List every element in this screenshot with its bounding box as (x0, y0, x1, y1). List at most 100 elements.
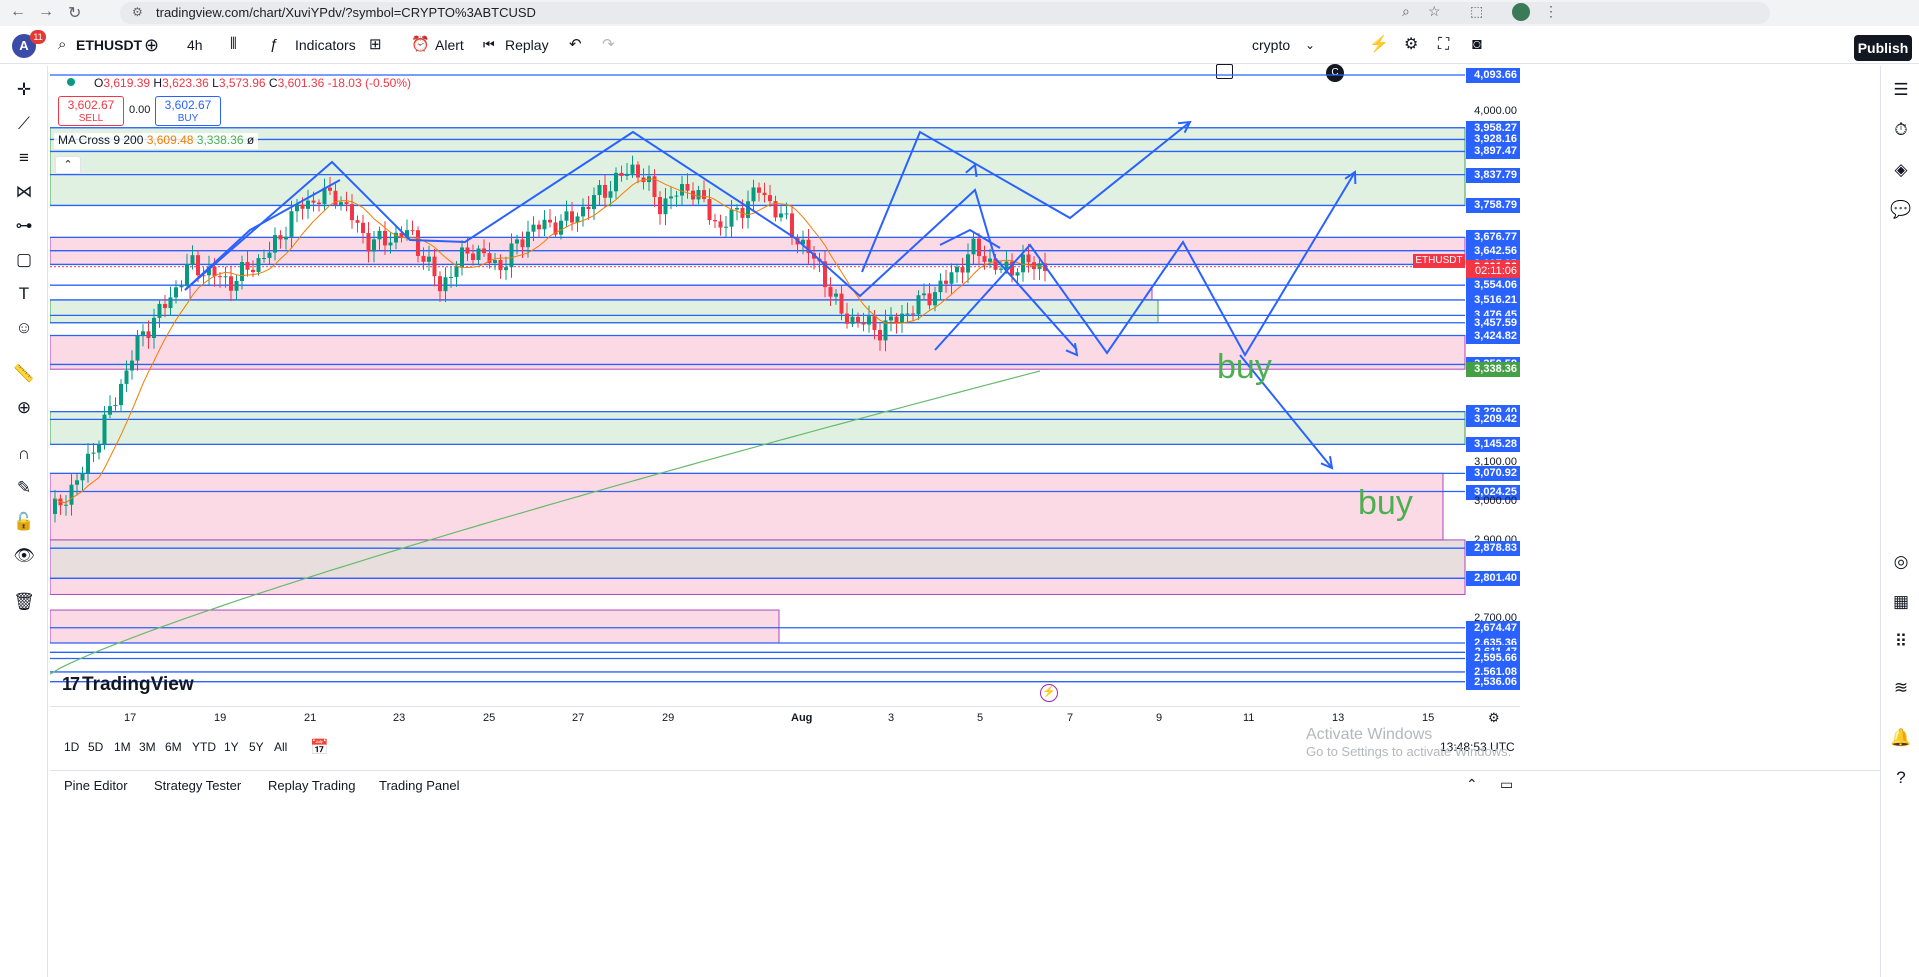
compare-symbol-icon[interactable]: ⊕ (144, 26, 159, 64)
ma-cross-legend[interactable]: MA Cross 9 200 3,609.48 3,338.36 ø (54, 133, 259, 149)
zoom-in-icon[interactable]: ⊕ (12, 396, 36, 420)
prediction-icon[interactable]: ⊶ (12, 214, 36, 238)
trend-line-icon[interactable]: ⟋ (12, 112, 36, 136)
fullscreen-icon[interactable]: ⛶ (1438, 26, 1449, 64)
visibility-eye-icon[interactable]: 👁 (12, 544, 36, 568)
site-info-icon[interactable]: ⚙ (132, 5, 143, 19)
publish-button[interactable]: Publish (1854, 35, 1912, 61)
range-button-1y[interactable]: 1Y (224, 740, 239, 754)
candle-body (680, 184, 684, 196)
layout-name[interactable]: crypto (1252, 26, 1290, 64)
stream-icon[interactable]: ≋ (1889, 676, 1913, 700)
candle-body (966, 254, 970, 273)
candle-body (108, 406, 112, 415)
watchlist-icon[interactable]: ☰ (1889, 78, 1913, 102)
ma-suffix: ø (246, 133, 255, 147)
range-button-all[interactable]: All (274, 740, 287, 754)
reload-icon[interactable]: ↻ (68, 3, 81, 23)
candle-body (526, 231, 530, 248)
crosshair-icon[interactable]: ✛ (12, 78, 36, 102)
magnet-icon[interactable]: ∩ (12, 442, 36, 466)
tab-strategy-tester[interactable]: Strategy Tester (154, 778, 241, 793)
candle-body (872, 316, 877, 330)
candle-body (949, 272, 954, 284)
chevron-down-icon[interactable]: ⌄ (1305, 26, 1315, 64)
event-marker-icon[interactable]: ⚡ (1040, 684, 1058, 702)
axis-settings-icon[interactable]: ⚙ (1488, 710, 1500, 726)
time-label: Aug (791, 712, 813, 724)
tradingview-logo[interactable]: 17 TradingView (62, 674, 194, 696)
layers-icon[interactable]: ◈ (1889, 158, 1913, 182)
interval-button[interactable]: 4h (187, 26, 203, 64)
chat-icon[interactable]: 💬 (1889, 198, 1913, 222)
text-tool-icon[interactable]: T (12, 282, 36, 306)
back-icon[interactable]: ← (10, 3, 26, 21)
candle-body (537, 224, 541, 230)
tab-replay-trading[interactable]: Replay Trading (268, 778, 355, 793)
alerts-clock-icon[interactable]: ⏱ (1889, 118, 1913, 142)
candle-body (168, 297, 173, 309)
indicators-button[interactable]: Indicators (295, 26, 356, 64)
price-chart[interactable] (50, 66, 1880, 716)
range-button-1m[interactable]: 1M (114, 740, 131, 754)
quick-search-icon[interactable]: ⚡ (1369, 26, 1389, 64)
candle-body (328, 187, 332, 191)
pattern-icon[interactable]: ⋈ (12, 180, 36, 204)
candle-body (856, 316, 860, 323)
symbol-search-icon[interactable]: ⌕ (58, 26, 66, 64)
apps-grid-icon[interactable]: ⠿ (1889, 630, 1913, 654)
symbol-button[interactable]: ETHUSDT (76, 26, 142, 64)
collapse-legend-icon[interactable]: ⌃ (55, 156, 81, 174)
candle-body (999, 268, 1003, 270)
target-icon[interactable]: ◎ (1889, 550, 1913, 574)
range-button-ytd[interactable]: YTD (192, 740, 216, 754)
candle-body (861, 322, 866, 325)
stay-drawing-icon[interactable]: ✎ (12, 476, 36, 500)
bookmark-star-icon[interactable]: ☆ (1428, 3, 1441, 20)
range-button-5y[interactable]: 5Y (249, 740, 264, 754)
extensions-icon[interactable]: ⬚ (1470, 3, 1483, 20)
redo-icon[interactable]: ↷ (602, 26, 615, 64)
tab-pine-editor[interactable]: Pine Editor (64, 778, 128, 793)
tab-trading-panel[interactable]: Trading Panel (379, 778, 459, 793)
zoom-icon[interactable]: ⌕ (1402, 3, 1410, 20)
range-button-6m[interactable]: 6M (165, 740, 182, 754)
candle-body (619, 172, 624, 176)
maximize-panel-icon[interactable]: ▭ (1500, 776, 1513, 793)
profile-avatar[interactable] (1512, 3, 1530, 21)
ruler-icon[interactable]: 📏 (12, 362, 36, 386)
emoji-icon[interactable]: ☺ (12, 316, 36, 340)
trash-icon[interactable]: 🗑 (12, 590, 36, 614)
goto-date-icon[interactable]: 📅 (310, 738, 329, 756)
buy-label: BUY (177, 113, 199, 124)
settings-gear-icon[interactable]: ⚙ (1404, 26, 1418, 64)
range-button-3m[interactable]: 3M (139, 740, 156, 754)
sell-button[interactable]: 3,602.67 SELL (58, 96, 124, 126)
range-button-5d[interactable]: 5D (88, 740, 103, 754)
calendar-icon[interactable]: ▦ (1889, 590, 1913, 614)
undo-icon[interactable]: ↶ (569, 26, 582, 64)
buy-button[interactable]: 3,602.67 BUY (155, 96, 221, 126)
range-button-1d[interactable]: 1D (64, 740, 79, 754)
chart-type-candles-icon[interactable]: ⫴ (230, 26, 237, 64)
shapes-icon[interactable]: ▢ (12, 248, 36, 272)
candle-body (597, 184, 602, 196)
candle-body (889, 316, 893, 321)
replay-button[interactable]: Replay (505, 26, 549, 64)
alert-button[interactable]: Alert (435, 26, 464, 64)
time-axis[interactable]: 17 19 21 23 25 27 29 Aug 3 5 7 9 11 13 15 (50, 706, 1520, 728)
forward-icon[interactable]: → (38, 3, 54, 21)
symbol-price-tag: ETHUSDT (1413, 254, 1465, 268)
fib-retracement-icon[interactable]: ≡ (12, 146, 36, 170)
help-icon[interactable]: ? (1889, 766, 1913, 790)
notifications-bell-icon[interactable]: 🔔 (1889, 726, 1913, 750)
candle-body (311, 200, 316, 203)
candle-body (982, 256, 987, 262)
templates-icon[interactable]: ⊞ (369, 26, 382, 64)
candle-body (141, 331, 145, 336)
price-label: 3,338.36 (1466, 362, 1520, 378)
browser-menu-icon[interactable]: ⋮ (1544, 3, 1558, 20)
chevron-up-icon[interactable]: ⌃ (1466, 776, 1478, 793)
camera-snapshot-icon[interactable]: ◙ (1472, 26, 1482, 64)
lock-icon[interactable]: 🔓 (12, 510, 36, 534)
